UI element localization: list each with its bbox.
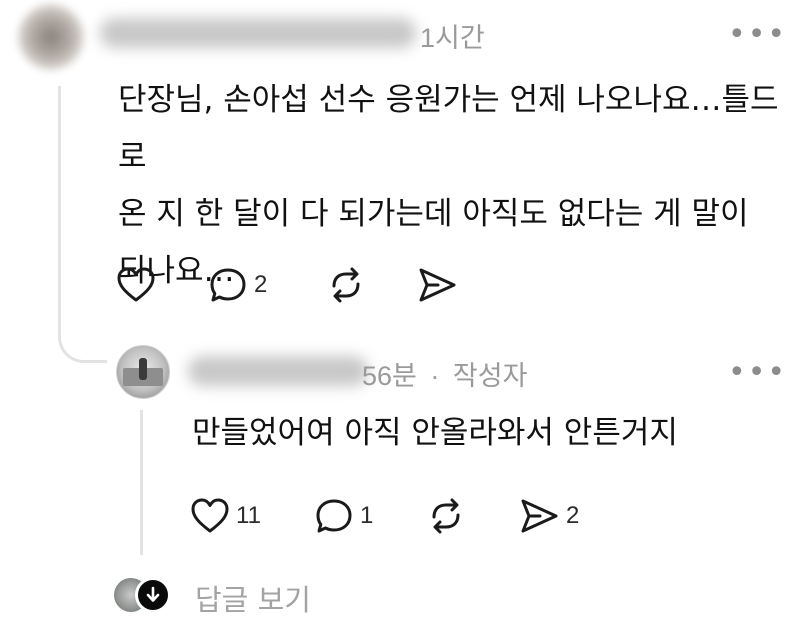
repost-icon xyxy=(432,498,460,534)
author-badge: 작성자 xyxy=(452,361,528,391)
repost-button[interactable] xyxy=(326,266,366,304)
view-replies-link[interactable]: 답글 보기 xyxy=(195,577,311,619)
repost-icon xyxy=(332,267,360,303)
reply-meta: 56분 · 작성자 xyxy=(362,354,527,393)
reply-like-button[interactable]: 11 xyxy=(190,497,261,535)
username-blurred[interactable] xyxy=(100,18,416,48)
thread-line-curve xyxy=(58,328,107,363)
post-time: 1시간 xyxy=(420,23,485,53)
reply-text: 만들었어여 아직 안올라와서 안튼거지 xyxy=(192,415,678,451)
reply-count: 2 xyxy=(254,271,268,298)
thread-line-reply xyxy=(140,410,143,555)
reply-repost-button[interactable] xyxy=(426,497,466,535)
share-button[interactable] xyxy=(416,266,458,304)
reply-time: 56분 xyxy=(362,361,417,391)
send-icon xyxy=(419,268,456,302)
expand-replies-button[interactable] xyxy=(135,577,171,613)
like-button[interactable] xyxy=(116,266,156,304)
reply-separator: · xyxy=(430,361,440,391)
reply-share-count: 2 xyxy=(566,502,580,529)
reply-share-button[interactable]: 2 xyxy=(518,497,579,535)
reply-like-count: 11 xyxy=(236,502,261,529)
send-icon xyxy=(521,499,558,533)
reply-avatar[interactable] xyxy=(116,345,170,399)
reply-button[interactable]: 2 xyxy=(208,266,267,304)
reply-more-options-icon[interactable]: ••• xyxy=(728,358,787,388)
avatar[interactable] xyxy=(18,4,84,70)
more-options-icon[interactable]: ••• xyxy=(728,20,787,50)
heart-icon xyxy=(191,498,229,533)
comment-icon xyxy=(210,268,246,302)
heart-icon xyxy=(117,267,155,302)
reply-username-blurred[interactable] xyxy=(188,356,368,386)
comment-icon xyxy=(316,499,352,533)
thread-line xyxy=(58,86,61,330)
reply-reply-button[interactable]: 1 xyxy=(314,497,373,535)
arrow-down-icon xyxy=(146,586,160,602)
reply-reply-count: 1 xyxy=(360,502,374,529)
